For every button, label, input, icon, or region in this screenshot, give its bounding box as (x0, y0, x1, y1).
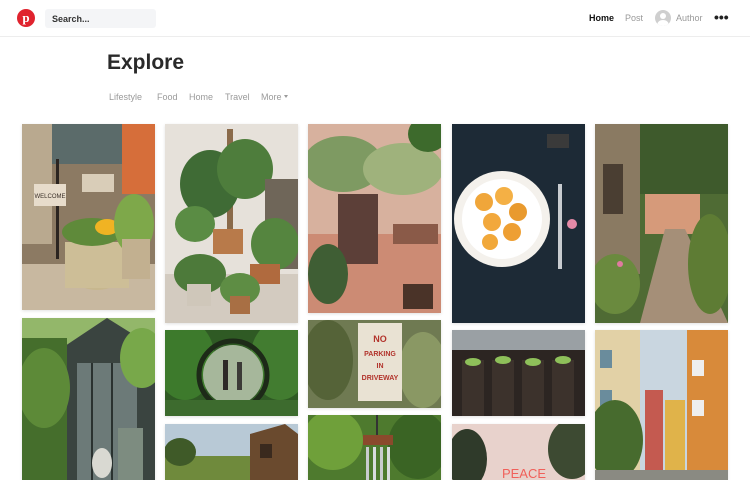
photo-tile-no-parking-sign[interactable]: NO PARKING IN DRIVEWAY (308, 320, 441, 408)
user-icon (657, 13, 669, 26)
photo-tile-neon-peace[interactable]: PEACE (452, 424, 585, 480)
tab-travel[interactable]: Travel (225, 92, 250, 102)
photo-tile-seedlings[interactable] (452, 330, 585, 416)
avatar[interactable] (655, 10, 671, 26)
nav-author-link[interactable]: Author (676, 13, 703, 23)
photo-tile-ravioli-plate[interactable] (452, 124, 585, 323)
photo-tile-colorful-street[interactable] (595, 330, 728, 480)
photo-tile-wooden-house[interactable] (165, 424, 298, 480)
svg-text:PARKING: PARKING (364, 351, 396, 358)
tab-food[interactable]: Food (157, 92, 178, 102)
tab-more[interactable]: More (261, 92, 288, 102)
svg-text:IN: IN (377, 363, 384, 370)
photo-tile-garden-arch[interactable] (165, 330, 298, 416)
page-title: Explore (107, 51, 185, 74)
photo-tile-welcome-plants[interactable]: WELCOME (22, 124, 155, 310)
more-options-icon[interactable]: ••• (714, 10, 729, 24)
neon-sign-text: PEACE (502, 466, 546, 480)
caret-down-icon (283, 95, 288, 99)
nav-post-link[interactable]: Post (625, 13, 643, 23)
photo-tile-garden-path[interactable] (595, 124, 728, 323)
nav-home-link[interactable]: Home (589, 13, 614, 23)
photo-tile-wind-chime[interactable] (308, 415, 441, 480)
tab-home[interactable]: Home (189, 92, 213, 102)
welcome-sign-text: WELCOME (34, 194, 65, 200)
top-bar: p Home Post Author ••• (0, 0, 750, 37)
photo-tile-greenhouse[interactable] (22, 318, 155, 480)
photo-tile-patio[interactable] (308, 124, 441, 313)
svg-text:DRIVEWAY: DRIVEWAY (362, 375, 399, 382)
tab-lifestyle[interactable]: Lifestyle (109, 92, 142, 102)
photo-tile-houseplants[interactable] (165, 124, 298, 323)
search-input[interactable] (45, 9, 156, 28)
logo-icon[interactable]: p (17, 9, 35, 27)
svg-text:NO: NO (373, 334, 387, 344)
